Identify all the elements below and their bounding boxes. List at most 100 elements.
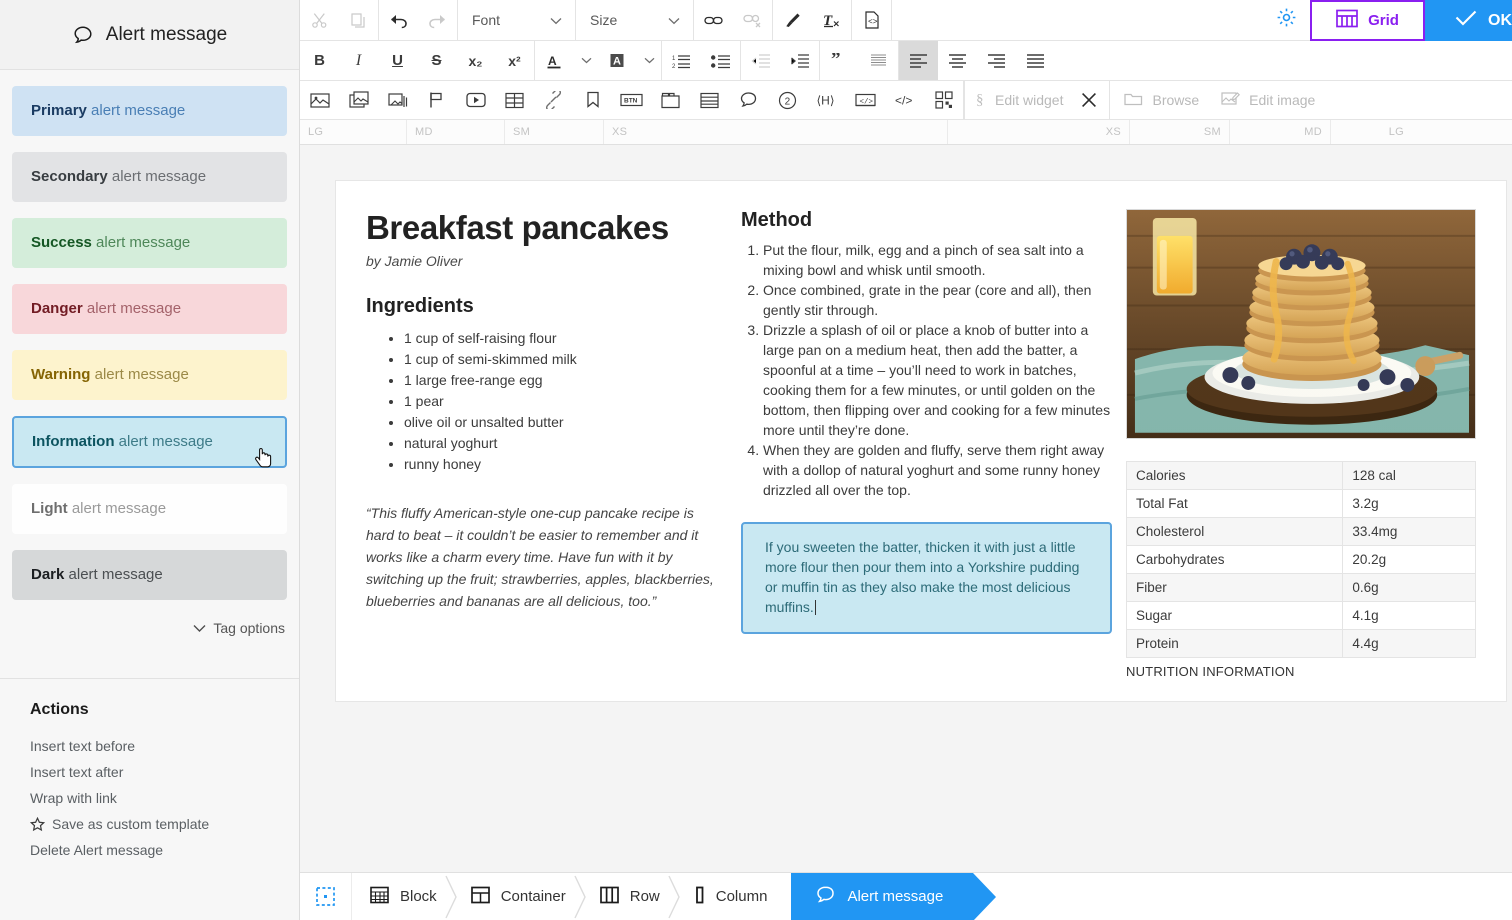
ruler-xs-right[interactable]: XS (948, 120, 1130, 144)
chain-link-icon[interactable] (534, 81, 573, 119)
selection-marquee-icon[interactable] (300, 873, 352, 920)
superscript-button[interactable]: x² (495, 41, 534, 80)
edit-widget-control[interactable]: § Edit widget (975, 90, 1063, 111)
breadcrumb-item-row[interactable]: Row (582, 873, 680, 920)
paint-brush-icon[interactable] (773, 0, 812, 40)
underline-label: U (392, 52, 403, 69)
html-code-icon[interactable]: </> (885, 81, 924, 119)
flag-icon[interactable] (417, 81, 456, 119)
unlink-icon[interactable] (733, 0, 772, 40)
alert-variant-success[interactable]: Success alert message (12, 218, 287, 268)
action-insert-text-before[interactable]: Insert text before (30, 733, 299, 759)
bold-button[interactable]: B (300, 41, 339, 80)
ruler-sm-right[interactable]: SM (1130, 120, 1230, 144)
subscript-button[interactable]: x₂ (456, 41, 495, 80)
editor-canvas[interactable]: Breakfast pancakes by Jamie Oliver Ingre… (300, 145, 1512, 872)
ruler-xs-left[interactable]: XS (604, 120, 948, 144)
insert-table-icon[interactable] (495, 81, 534, 119)
alert-variant-secondary[interactable]: Secondary alert message (12, 152, 287, 202)
alert-variant-label-rest: alert message (82, 300, 182, 317)
alert-variant-warning[interactable]: Warning alert message (12, 350, 287, 400)
nutrition-label: Total Fat (1125, 489, 1344, 518)
action-save-as-custom-template[interactable]: Save as custom template (30, 811, 299, 837)
bookmark-icon[interactable] (573, 81, 612, 119)
page-title: Breakfast pancakes (366, 209, 669, 246)
qr-blocks-icon[interactable] (924, 81, 963, 119)
font-family-select[interactable]: Font (458, 0, 575, 40)
edit-image-label: Edit image (1249, 92, 1316, 108)
alert-variant-danger[interactable]: Danger alert message (12, 284, 287, 334)
breadcrumb-item-alert-message[interactable]: Alert message (775, 873, 997, 920)
numbered-list-icon[interactable]: 12 (662, 41, 701, 80)
align-right-icon[interactable] (977, 41, 1016, 80)
image-slider-icon[interactable] (378, 81, 417, 119)
speech-bubble-icon (815, 885, 836, 909)
close-x-icon[interactable] (1072, 81, 1105, 119)
breadcrumb-item-container[interactable]: Container (453, 873, 586, 920)
ruler-md-left[interactable]: MD (407, 120, 505, 144)
alert-variant-primary[interactable]: Primary alert message (12, 86, 287, 136)
breadcrumb-label: Block (400, 888, 437, 905)
copy-icon[interactable] (339, 0, 378, 40)
redo-arrow-icon[interactable] (418, 0, 457, 40)
browse-control[interactable]: Browse (1124, 91, 1199, 109)
alert-variant-label-rest: alert message (67, 500, 167, 517)
ruler-sm-left[interactable]: SM (505, 120, 604, 144)
grid-button[interactable]: Grid (1310, 0, 1425, 41)
highlight-color-a-icon[interactable]: A (598, 41, 637, 80)
circled-number-2-icon[interactable]: 2 (768, 81, 807, 119)
align-center-icon[interactable] (938, 41, 977, 80)
text-color-a-icon[interactable]: A (535, 41, 574, 80)
chevron-down-icon (550, 12, 562, 28)
alert-variant-light[interactable]: Light alert message (12, 484, 287, 534)
align-block-icon[interactable] (1016, 41, 1055, 80)
ok-button[interactable]: OK (1425, 0, 1512, 41)
action-insert-text-after[interactable]: Insert text after (30, 759, 299, 785)
clear-formatting-icon[interactable]: T (812, 0, 851, 40)
list-item: Drizzle a splash of oil or place a knob … (763, 320, 1112, 440)
insert-image-icon[interactable] (300, 81, 339, 119)
italic-button[interactable]: I (339, 41, 378, 80)
embed-code-box-icon[interactable]: </> (846, 81, 885, 119)
scissors-icon[interactable] (300, 0, 339, 40)
action-delete-alert-message[interactable]: Delete Alert message (30, 837, 299, 863)
breadcrumb-item-block[interactable]: Block (352, 873, 457, 920)
bulleted-list-icon[interactable] (701, 41, 740, 80)
table-row: Protein 4.4g (1125, 629, 1476, 658)
speech-bubble-icon[interactable] (729, 81, 768, 119)
accordion-rows-icon[interactable] (690, 81, 729, 119)
edit-image-control[interactable]: Edit image (1221, 91, 1315, 110)
undo-arrow-icon[interactable] (379, 0, 418, 40)
pancakes-photo[interactable] (1126, 209, 1476, 439)
alert-variant-label-strong: Dark (31, 566, 65, 583)
alert-variant-information[interactable]: Information alert message (12, 416, 287, 468)
justify-text-icon[interactable] (859, 41, 898, 80)
selected-alert-message-widget[interactable]: If you sweeten the batter, thicken it wi… (741, 522, 1112, 634)
ruler-md-right[interactable]: MD (1230, 120, 1331, 144)
decrease-indent-icon[interactable] (741, 41, 780, 80)
alert-variant-label-rest: alert message (91, 234, 191, 251)
heading-tag-icon[interactable]: ⟨H⟩ (807, 81, 846, 119)
blockquote-icon[interactable]: ” (820, 41, 859, 80)
btn-button-icon[interactable]: BTN (612, 81, 651, 119)
strikethrough-button[interactable]: S (417, 41, 456, 80)
breadcrumb-item-column[interactable]: Column (676, 873, 784, 920)
image-gallery-icon[interactable] (339, 81, 378, 119)
align-left-icon[interactable] (899, 41, 938, 80)
tag-options-toggle[interactable]: Tag options (0, 616, 299, 636)
action-wrap-with-link[interactable]: Wrap with link (30, 785, 299, 811)
video-player-icon[interactable] (456, 81, 495, 119)
ruler-lg-left[interactable]: LG (300, 120, 407, 144)
increase-indent-icon[interactable] (780, 41, 819, 80)
highlight-color-dropdown[interactable] (637, 41, 661, 80)
alert-variant-dark[interactable]: Dark alert message (12, 550, 287, 600)
text-color-dropdown[interactable] (574, 41, 598, 80)
font-size-select[interactable]: Size (576, 0, 693, 40)
link-icon[interactable] (694, 0, 733, 40)
source-code-file-icon[interactable]: <> (852, 0, 891, 40)
underline-button[interactable]: U (378, 41, 417, 80)
ingredients-column: Breakfast pancakes by Jamie Oliver Ingre… (366, 209, 741, 679)
tabs-panel-icon[interactable] (651, 81, 690, 119)
ruler-lg-right[interactable]: LG (1331, 120, 1412, 144)
settings-gear-button[interactable] (1263, 0, 1310, 40)
